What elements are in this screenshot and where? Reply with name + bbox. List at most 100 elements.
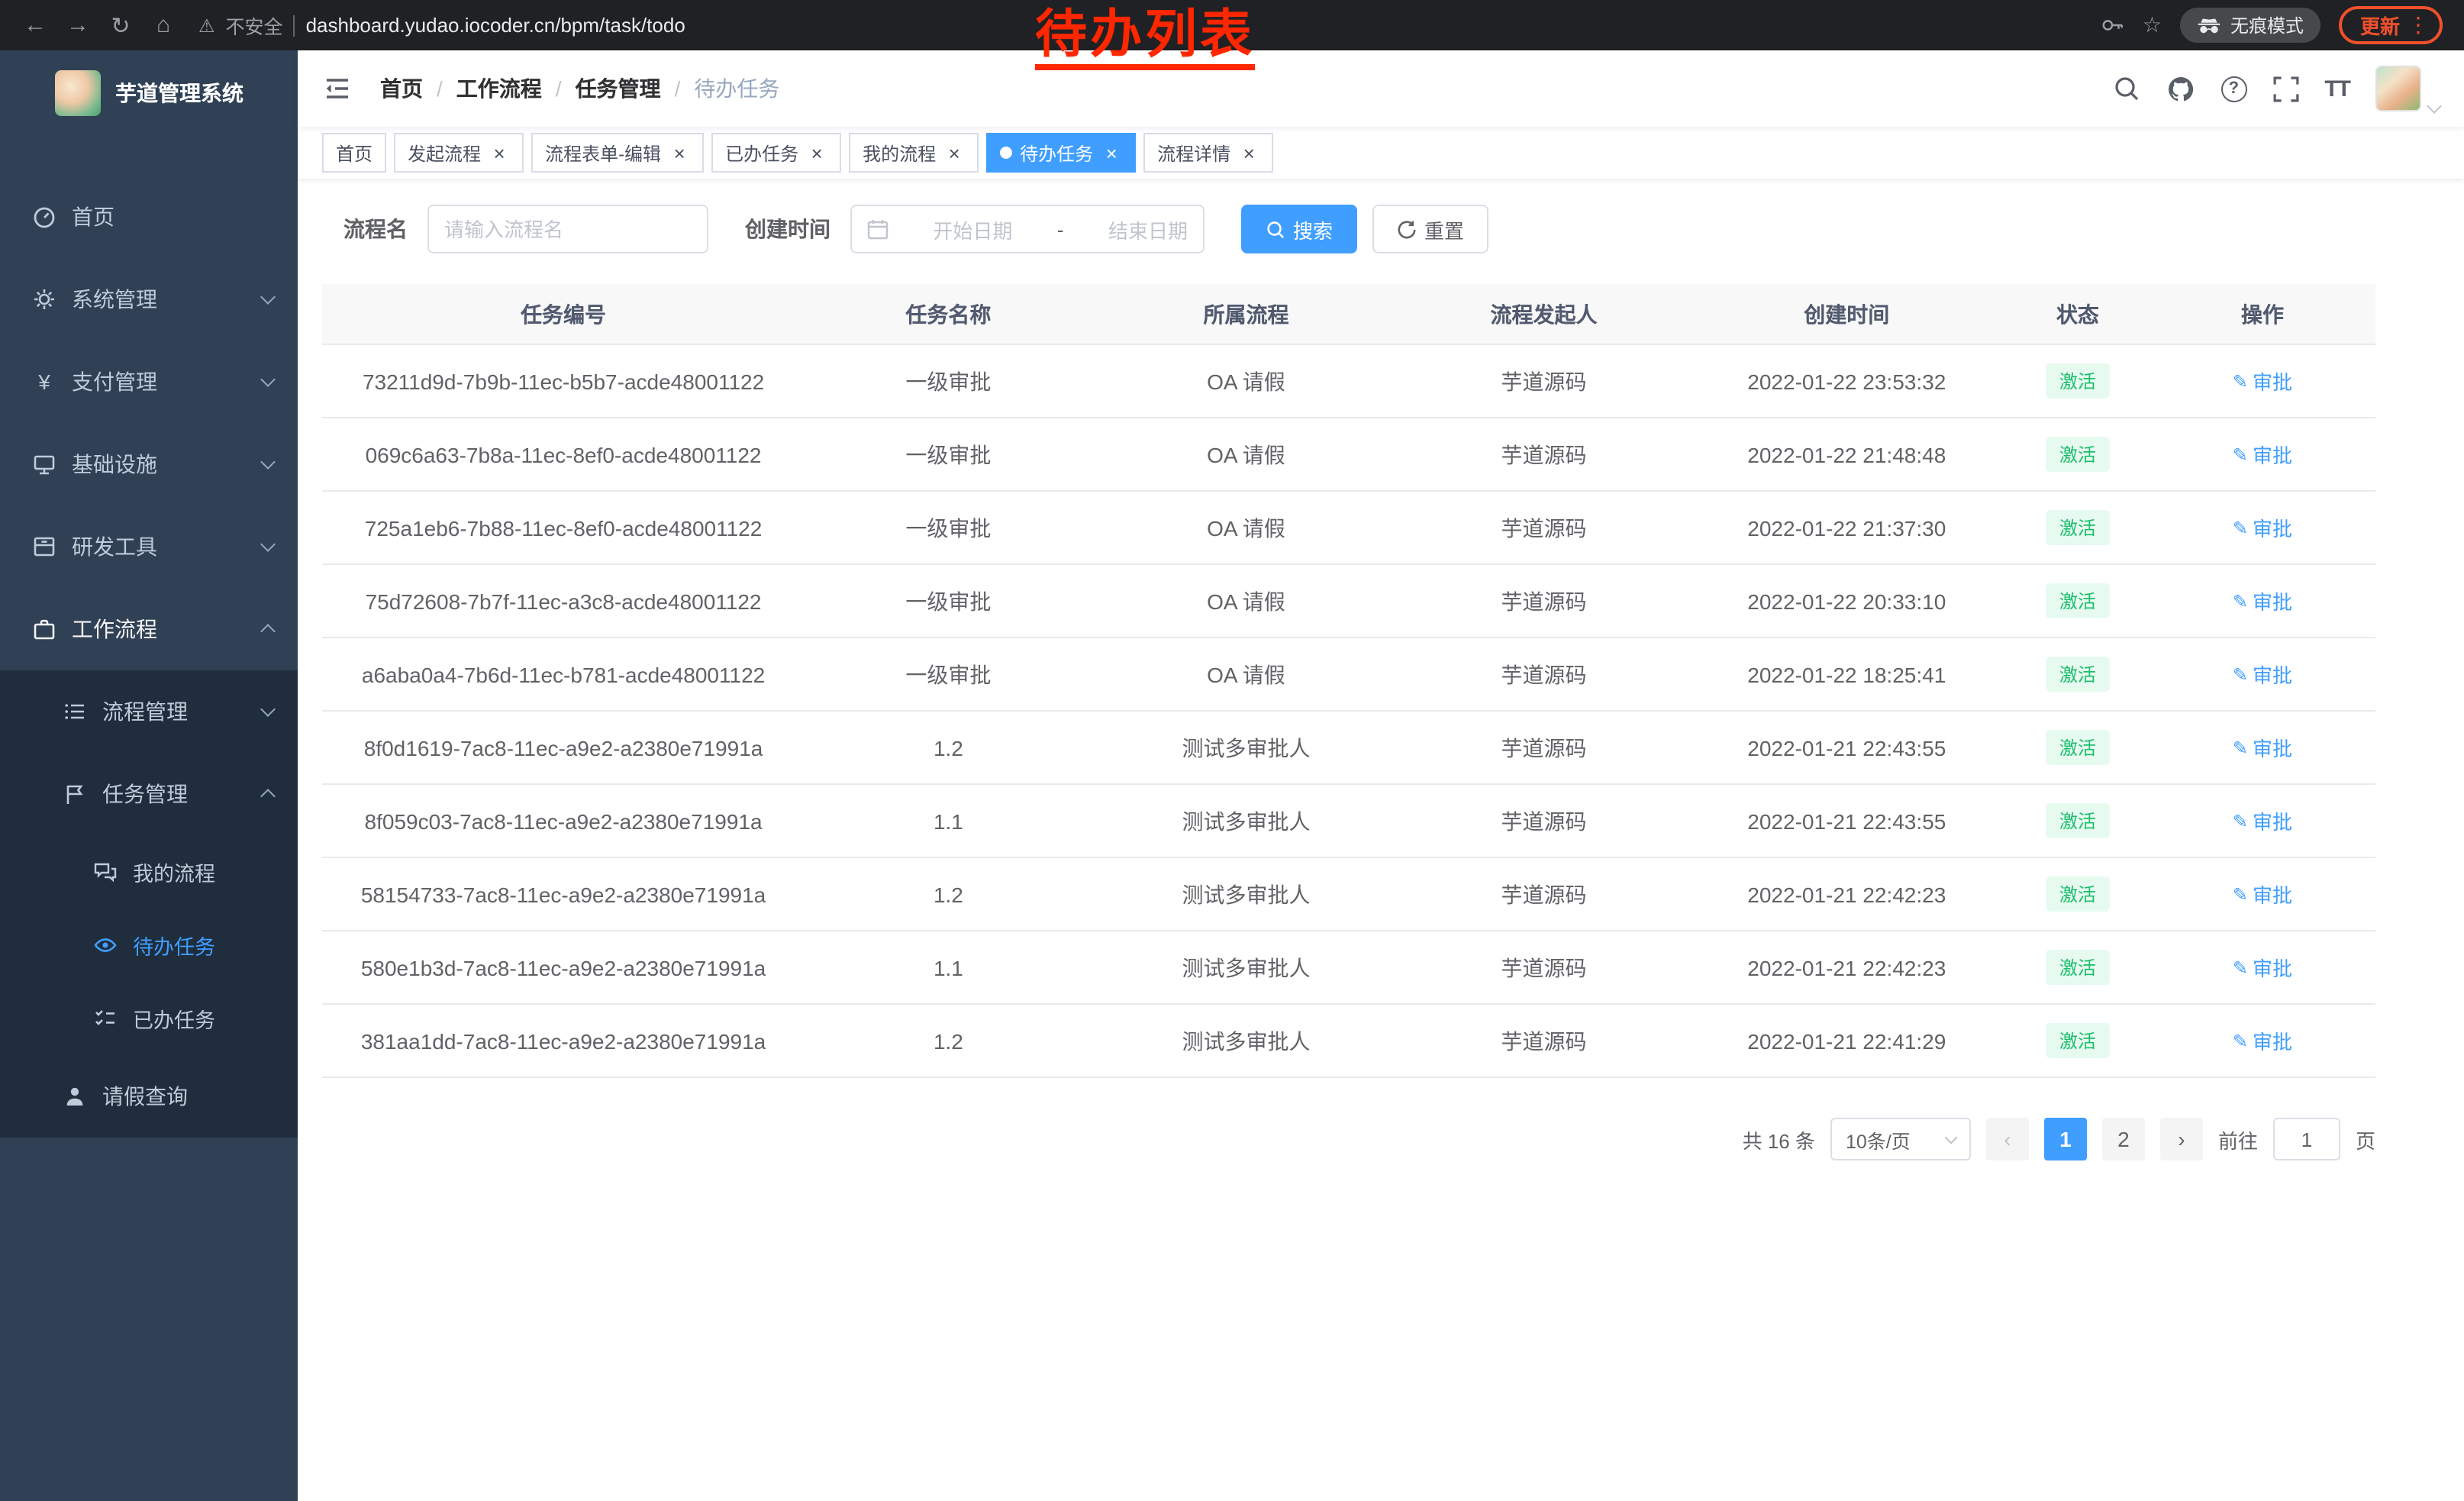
cell-process: 测试多审批人 — [1092, 1025, 1401, 1056]
page-button-2[interactable]: 2 — [2102, 1118, 2145, 1160]
tab-3[interactable]: 已办任务× — [711, 133, 841, 173]
approve-link-label: 审批 — [2253, 366, 2292, 395]
tab-close-icon[interactable]: × — [806, 142, 827, 163]
payment-icon: ¥ — [31, 370, 58, 394]
page-button-1[interactable]: 1 — [2044, 1118, 2087, 1160]
approve-link[interactable]: ✎审批 — [2233, 586, 2292, 615]
cell-task-id: 75d72608-7b7f-11ec-a3c8-acde48001122 — [322, 589, 805, 613]
update-menu-button[interactable]: 更新 ⋮ — [2339, 6, 2443, 44]
search-button[interactable]: 搜索 — [1241, 205, 1357, 253]
tab-0[interactable]: 首页 — [322, 133, 386, 173]
user-menu[interactable] — [2375, 66, 2440, 111]
cell-status: 激活 — [2006, 876, 2150, 912]
goto-page-input[interactable] — [2273, 1118, 2340, 1160]
browser-menu-icon[interactable]: ⋮ — [2408, 12, 2429, 38]
forward-icon[interactable]: → — [58, 5, 98, 45]
sidebar-item-leave-query[interactable]: 请假查询 — [0, 1055, 298, 1138]
cell-task-id: 580e1b3d-7ac8-11ec-a9e2-a2380e71991a — [322, 955, 805, 980]
tab-close-icon[interactable]: × — [943, 142, 965, 163]
table-row[interactable]: 8f0d1619-7ac8-11ec-a9e2-a2380e71991a 1.2… — [322, 712, 2375, 785]
sidebar-item-payment-mgmt[interactable]: ¥ 支付管理 — [0, 341, 298, 423]
github-icon[interactable] — [2166, 74, 2195, 103]
reset-button[interactable]: 重置 — [1372, 205, 1488, 253]
sidebar-item-workflow[interactable]: 工作流程 — [0, 588, 298, 670]
breadcrumb-item-1[interactable]: 工作流程 — [456, 73, 542, 104]
cell-action: ✎审批 — [2150, 1026, 2375, 1055]
app-title: 芋道管理系统 — [115, 78, 243, 108]
tab-2[interactable]: 流程表单-编辑× — [531, 133, 704, 173]
logo-image — [54, 70, 100, 116]
breadcrumb-item-2[interactable]: 任务管理 — [576, 73, 661, 104]
fullscreen-icon[interactable] — [2272, 76, 2298, 102]
sidebar-item-process-mgmt[interactable]: 流程管理 — [0, 670, 298, 753]
edit-icon: ✎ — [2233, 663, 2248, 685]
table-row[interactable]: a6aba0a4-7b6d-11ec-b781-acde48001122 一级审… — [322, 638, 2375, 712]
approve-link[interactable]: ✎审批 — [2233, 806, 2292, 835]
home-icon[interactable]: ⌂ — [144, 5, 183, 45]
tab-close-icon[interactable]: × — [1101, 142, 1122, 163]
tab-4[interactable]: 我的流程× — [849, 133, 979, 173]
incognito-icon — [2197, 16, 2221, 34]
process-name-input[interactable] — [444, 218, 692, 240]
prev-page-button[interactable]: ‹ — [1986, 1118, 2029, 1160]
cell-process: OA 请假 — [1092, 659, 1401, 689]
sidebar-item-todo-task[interactable]: 待办任务 — [0, 909, 298, 982]
process-name-field[interactable] — [427, 205, 708, 253]
table-row[interactable]: 8f059c03-7ac8-11ec-a9e2-a2380e71991a 1.1… — [322, 785, 2375, 858]
approve-link[interactable]: ✎审批 — [2233, 660, 2292, 689]
table-row[interactable]: 58154733-7ac8-11ec-a9e2-a2380e71991a 1.2… — [322, 858, 2375, 931]
not-secure-icon: ⚠ — [198, 15, 215, 36]
back-icon[interactable]: ← — [15, 5, 55, 45]
approve-link[interactable]: ✎审批 — [2233, 440, 2292, 469]
date-range-picker[interactable]: 开始日期 - 结束日期 — [850, 205, 1205, 253]
approve-link[interactable]: ✎审批 — [2233, 366, 2292, 395]
sidebar-toggle-icon[interactable] — [322, 73, 353, 104]
table-row[interactable]: 069c6a63-7b8a-11ec-8ef0-acde48001122 一级审… — [322, 418, 2375, 492]
sidebar-item-task-mgmt[interactable]: 任务管理 — [0, 753, 298, 835]
sidebar-item-infrastructure[interactable]: 基础设施 — [0, 423, 298, 505]
cell-initiator: 芋道源码 — [1400, 732, 1688, 763]
next-page-button[interactable]: › — [2160, 1118, 2203, 1160]
approve-link[interactable]: ✎审批 — [2233, 513, 2292, 542]
approve-link[interactable]: ✎审批 — [2233, 953, 2292, 982]
avatar[interactable] — [2375, 66, 2421, 111]
tab-5[interactable]: 待办任务× — [986, 133, 1136, 173]
table-row[interactable]: 75d72608-7b7f-11ec-a3c8-acde48001122 一级审… — [322, 565, 2375, 638]
tab-close-icon[interactable]: × — [489, 142, 510, 163]
status-badge: 激活 — [2046, 950, 2110, 985]
cell-initiator: 芋道源码 — [1400, 366, 1688, 396]
search-icon[interactable] — [2112, 75, 2140, 102]
tab-close-icon[interactable]: × — [669, 142, 690, 163]
sidebar-item-home[interactable]: 首页 — [0, 176, 298, 258]
sidebar-item-my-process[interactable]: 我的流程 — [0, 835, 298, 909]
table-row[interactable]: 381aa1dd-7ac8-11ec-a9e2-a2380e71991a 1.2… — [322, 1005, 2375, 1078]
breadcrumb-item-0[interactable]: 首页 — [380, 73, 423, 104]
breadcrumb-separator: / — [437, 76, 443, 101]
sidebar-item-label: 首页 — [72, 202, 114, 232]
cell-task-id: 58154733-7ac8-11ec-a9e2-a2380e71991a — [322, 882, 805, 906]
page-size-select[interactable]: 10条/页 — [1830, 1118, 1971, 1160]
sidebar-item-done-task[interactable]: 已办任务 — [0, 982, 298, 1055]
bookmark-star-icon[interactable]: ☆ — [2143, 12, 2162, 38]
key-icon[interactable] — [2101, 14, 2124, 37]
cell-created-time: 2022-01-21 22:42:23 — [1688, 955, 2006, 980]
tab-1[interactable]: 发起流程× — [394, 133, 524, 173]
table-row[interactable]: 73211d9d-7b9b-11ec-b5b7-acde48001122 一级审… — [322, 345, 2375, 418]
refresh-icon[interactable]: ↻ — [101, 5, 140, 45]
column-header-initiator: 流程发起人 — [1400, 299, 1688, 329]
tab-6[interactable]: 流程详情× — [1143, 133, 1273, 173]
tab-close-icon[interactable]: × — [1238, 142, 1259, 163]
app-logo[interactable]: 芋道管理系统 — [0, 50, 298, 136]
table-row[interactable]: 580e1b3d-7ac8-11ec-a9e2-a2380e71991a 1.1… — [322, 931, 2375, 1005]
sidebar-item-devtools[interactable]: 研发工具 — [0, 505, 298, 588]
approve-link[interactable]: ✎审批 — [2233, 880, 2292, 909]
approve-link[interactable]: ✎审批 — [2233, 1026, 2292, 1055]
sidebar-item-system-mgmt[interactable]: 系统管理 — [0, 258, 298, 341]
table-row[interactable]: 725a1eb6-7b88-11ec-8ef0-acde48001122 一级审… — [322, 492, 2375, 565]
help-icon[interactable]: ? — [2221, 76, 2246, 102]
font-size-icon[interactable]: TT — [2324, 76, 2350, 102]
breadcrumb-item-3: 待办任务 — [694, 73, 779, 104]
approve-link[interactable]: ✎审批 — [2233, 733, 2292, 762]
status-badge: 激活 — [2046, 1023, 2110, 1058]
address-bar[interactable]: ⚠ 不安全 dashboard.yudao.iocoder.cn/bpm/tas… — [198, 11, 685, 40]
